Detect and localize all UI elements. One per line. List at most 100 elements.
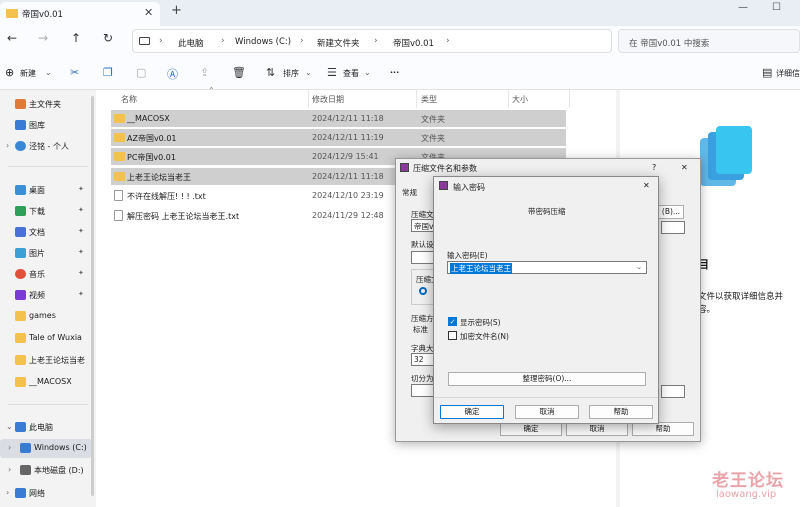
breadcrumb-item[interactable]: 此电脑 (178, 37, 204, 49)
sidebar-item-label: games (29, 311, 56, 320)
cancel-button[interactable]: 取消 (515, 405, 579, 419)
column-header-name[interactable]: 名称 (121, 94, 137, 105)
chevron-right-icon[interactable]: › (6, 488, 9, 497)
sidebar-item-label: 视频 (29, 291, 45, 300)
sidebar-item-label: 图库 (29, 121, 45, 130)
divider (8, 404, 88, 405)
column-divider[interactable] (308, 90, 309, 108)
method-value[interactable]: 标准 (413, 324, 428, 335)
breadcrumb-item[interactable]: 新建文件夹 (317, 37, 360, 49)
sidebar-item-gallery[interactable]: 图库 (0, 116, 92, 135)
help-button[interactable]: 帮助 (589, 405, 653, 419)
back-button[interactable]: ← (7, 31, 17, 45)
breadcrumb-item[interactable]: Windows (C:) (235, 37, 291, 47)
rename-icon[interactable]: Ⓐ (167, 66, 178, 82)
chevron-down-icon[interactable]: ⌄ (6, 422, 13, 431)
sidebar-item-tale-of-wuxia[interactable]: Tale of Wuxia (0, 329, 92, 348)
view-button[interactable]: 查看 (343, 68, 359, 79)
drive-icon (20, 443, 31, 453)
delete-icon[interactable]: 🗑 (232, 66, 246, 79)
breadcrumb-sep: › (374, 36, 378, 46)
help-icon[interactable]: ? (652, 163, 656, 172)
chevron-right-icon[interactable]: › (8, 465, 11, 474)
breadcrumb-sep: › (300, 36, 304, 46)
tab-current[interactable]: 帝国v0.01 ✕ (0, 2, 160, 26)
paste-icon[interactable]: ▢ (136, 66, 146, 79)
sidebar-item-network[interactable]: › 网络 (0, 484, 92, 503)
password-input[interactable]: 上老王论坛当老王 ⌄ (447, 261, 647, 274)
dict-select[interactable]: 32 (411, 353, 435, 366)
cancel-button[interactable]: 取消 (566, 422, 628, 436)
column-header-date[interactable]: 修改日期 (312, 94, 344, 105)
sidebar-item-desktop[interactable]: 桌面 ✦ (0, 181, 92, 200)
folder-icon (15, 333, 26, 343)
split-select[interactable] (411, 384, 435, 397)
sidebar-item-videos[interactable]: 视频 ✦ (0, 286, 92, 305)
encrypt-names-checkbox[interactable] (448, 331, 457, 340)
details-button[interactable]: 详细信 (776, 68, 800, 79)
chevron-right-icon[interactable]: › (8, 443, 11, 452)
tab-general[interactable]: 常规 (402, 187, 417, 198)
sidebar-item-drive-d[interactable]: › 本地磁盘 (D:) (0, 461, 92, 480)
sidebar-item-documents[interactable]: 文档 ✦ (0, 223, 92, 242)
radio-rar[interactable] (419, 287, 427, 295)
organize-passwords-button[interactable]: 整理密码(O)... (448, 372, 646, 386)
sort-button[interactable]: 排序 (283, 68, 299, 79)
sidebar-item-music[interactable]: 音乐 ✦ (0, 265, 92, 284)
refresh-button[interactable]: ↻ (103, 31, 113, 45)
cut-icon[interactable]: ✂ (70, 66, 79, 79)
browse-button[interactable]: (B)... (658, 205, 684, 219)
dict-value: 32 (414, 355, 424, 364)
share-icon[interactable]: ⇪ (200, 66, 209, 79)
more-button[interactable]: ··· (390, 68, 399, 77)
close-icon[interactable]: ✕ (144, 6, 153, 19)
address-bar[interactable]: › 此电脑 › Windows (C:) › 新建文件夹 › 帝国v0.01 › (132, 29, 612, 53)
sidebar-item-drive-c[interactable]: › Windows (C:) (0, 439, 92, 458)
sidebar-item-home[interactable]: 主文件夹 (0, 95, 92, 114)
sidebar-item-games[interactable]: games (0, 307, 92, 326)
list-item[interactable]: AZ帝国v0.01 2024/12/11 11:19 文件夹 (111, 129, 566, 146)
column-divider[interactable] (416, 90, 417, 108)
column-header-size[interactable]: 大小 (512, 94, 528, 105)
column-divider[interactable] (569, 90, 570, 108)
pin-icon: ✦ (78, 248, 84, 256)
new-button[interactable]: 新建 (20, 68, 36, 79)
sidebar-item-this-pc[interactable]: ⌄ 此电脑 (0, 418, 92, 437)
list-item[interactable]: __MACOSX 2024/12/11 11:18 文件夹 (111, 110, 566, 127)
column-divider[interactable] (508, 90, 509, 108)
folder-icon (15, 355, 26, 365)
file-date: 2024/12/11 11:19 (312, 133, 384, 142)
column-header-type[interactable]: 类型 (421, 94, 437, 105)
search-input[interactable]: 在 帝国v0.01 中搜索 (618, 29, 800, 53)
profile-button[interactable] (411, 251, 435, 264)
password-dialog-subtitle: 带密码压缩 (528, 207, 566, 216)
music-icon (15, 269, 26, 279)
chevron-right-icon[interactable]: › (6, 141, 9, 150)
chevron-down-icon[interactable]: ⌄ (636, 262, 642, 271)
up-button[interactable]: ↑ (71, 31, 81, 45)
show-password-checkbox[interactable]: ✓ (448, 317, 457, 326)
params-field[interactable] (661, 385, 685, 398)
update-mode-select[interactable] (661, 221, 685, 234)
breadcrumb-item[interactable]: 帝国v0.01 (393, 37, 434, 49)
minimize-button[interactable]: — (738, 2, 748, 13)
sidebar-item-pictures[interactable]: 图片 ✦ (0, 244, 92, 263)
sidebar-item-onedrive[interactable]: › 泾铭 - 个人 (0, 137, 92, 156)
new-tab-button[interactable]: + (171, 3, 182, 18)
show-password-label: 显示密码(S) (460, 318, 501, 327)
sidebar-item-downloads[interactable]: 下载 ✦ (0, 202, 92, 221)
sidebar-item-label: 主文件夹 (29, 100, 61, 109)
sidebar-item-label: Windows (C:) (34, 443, 87, 452)
help-button[interactable]: 帮助 (632, 422, 694, 436)
pictures-icon (15, 248, 26, 258)
copy-icon[interactable]: ❐ (103, 66, 113, 79)
sidebar-scrollbar[interactable] (91, 96, 94, 496)
sidebar-item-macosx[interactable]: __MACOSX (0, 373, 92, 392)
close-icon[interactable]: ✕ (643, 181, 650, 190)
ok-button[interactable]: 确定 (440, 405, 504, 419)
maximize-button[interactable]: ☐ (772, 2, 781, 13)
close-icon[interactable]: ✕ (681, 163, 688, 172)
forward-button[interactable]: → (38, 31, 48, 45)
sidebar-item-laowang[interactable]: 上老王论坛当老 (0, 351, 92, 370)
ok-button[interactable]: 确定 (500, 422, 562, 436)
